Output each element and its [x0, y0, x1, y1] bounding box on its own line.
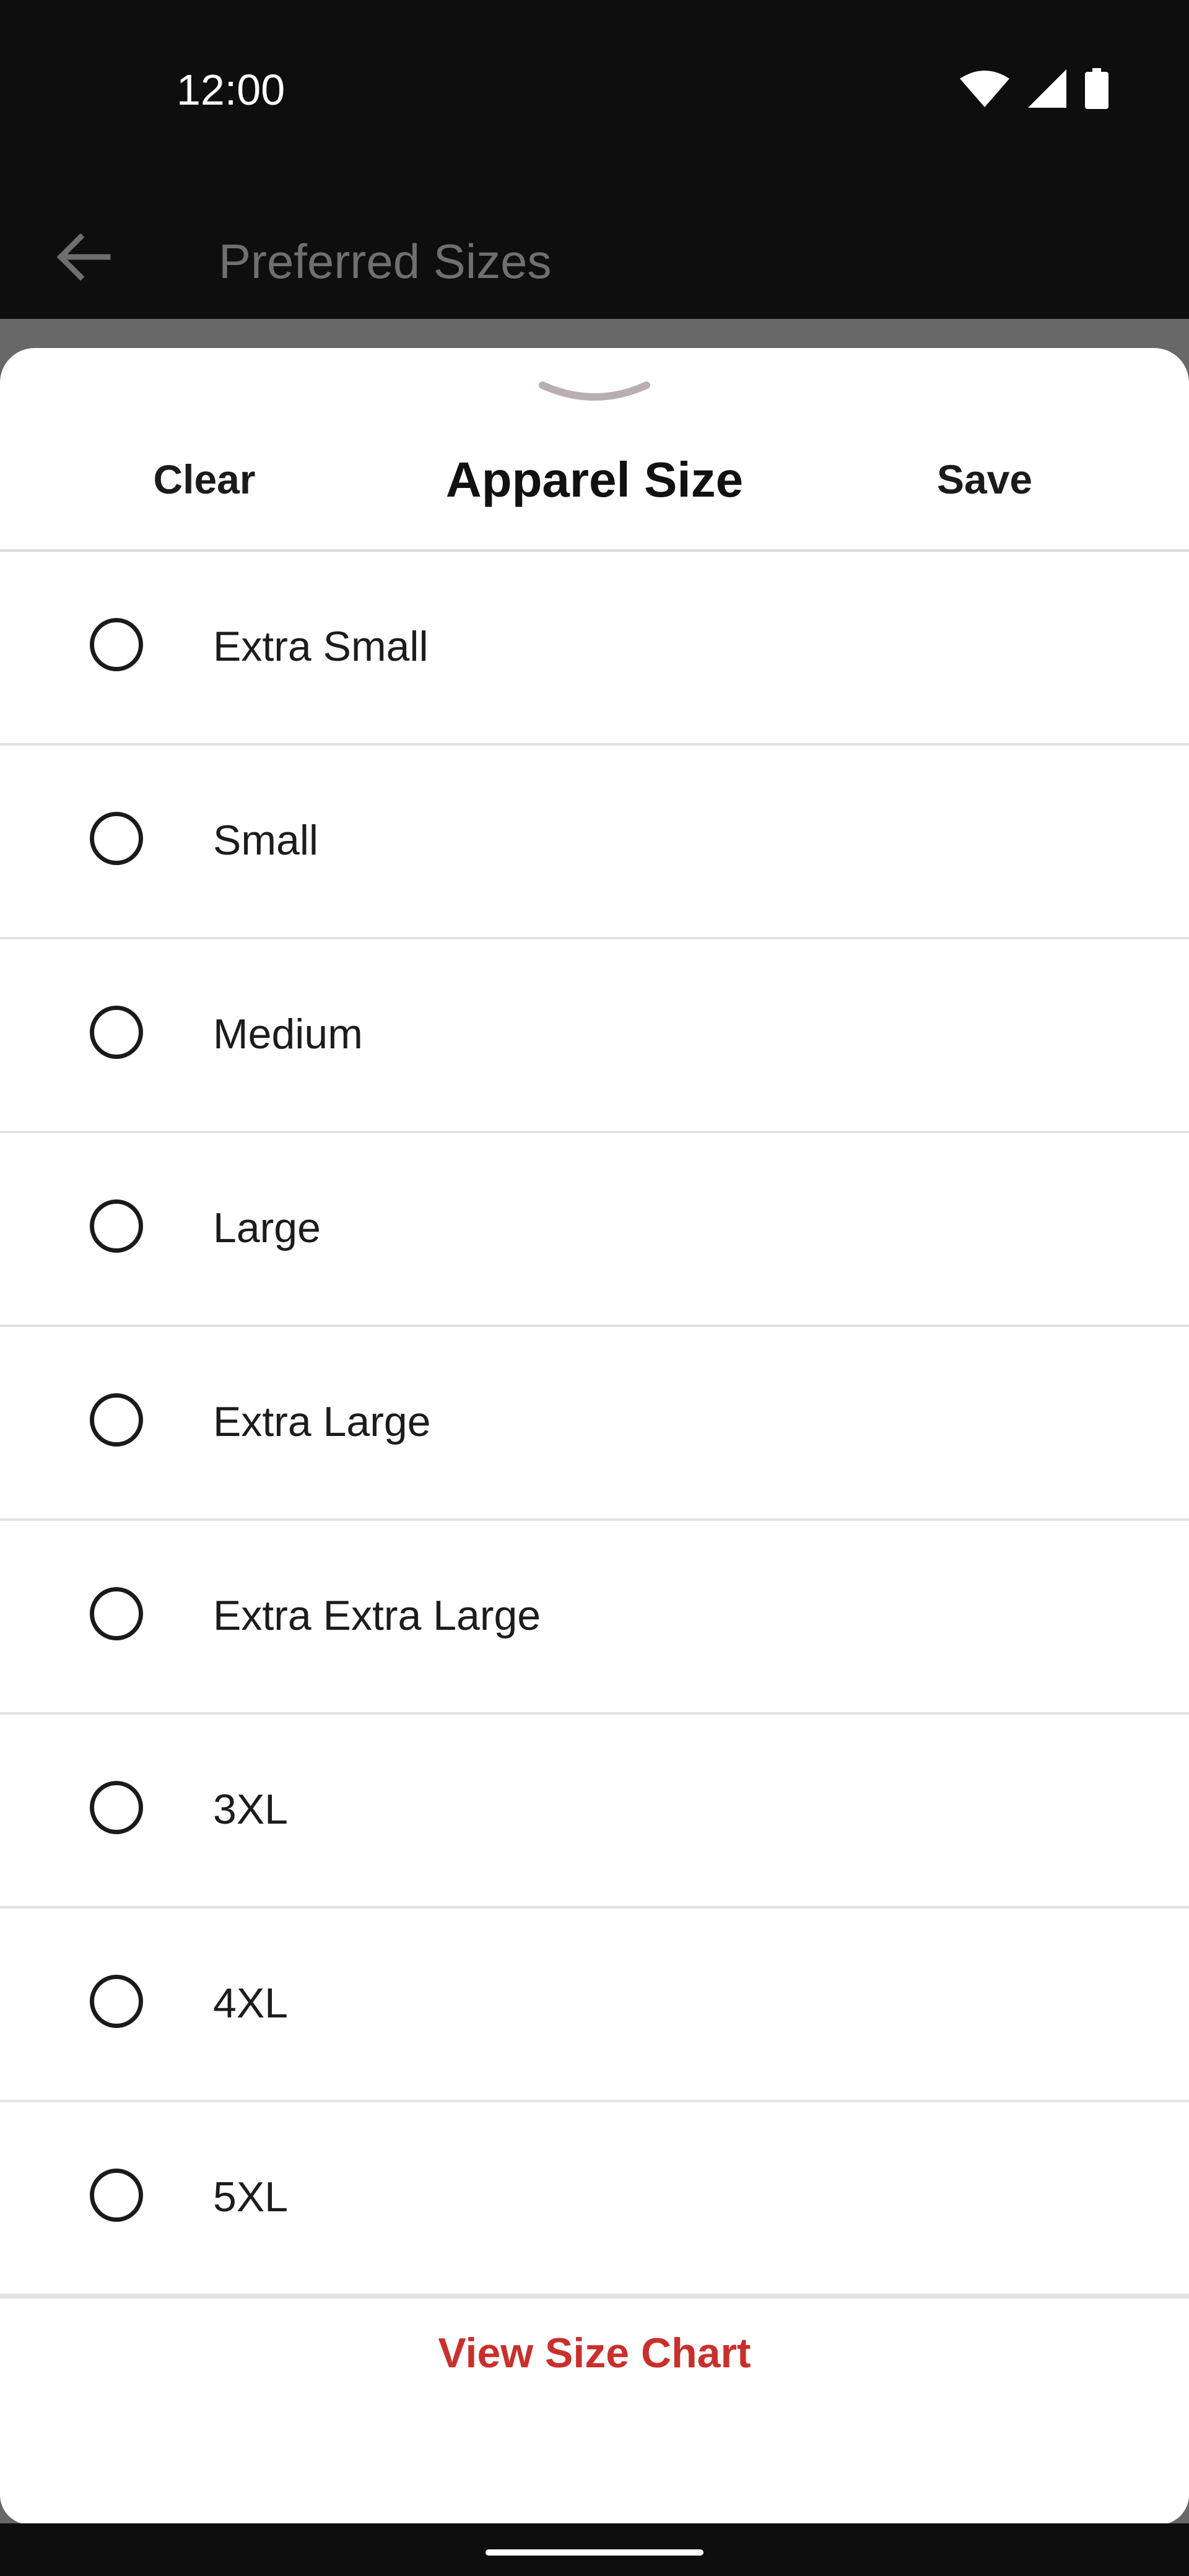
size-option-5xl[interactable]: 5XL [0, 2102, 1189, 2299]
radio-button[interactable] [90, 1199, 143, 1253]
apparel-size-bottom-sheet: Clear Apparel Size Save Extra Small Smal… [0, 348, 1189, 2525]
option-label: Extra Large [213, 1398, 431, 1445]
size-option-small[interactable]: Small [0, 746, 1189, 939]
size-option-3xl[interactable]: 3XL [0, 1715, 1189, 1908]
signal-icon [1028, 69, 1066, 108]
size-option-extra-small[interactable]: Extra Small [0, 552, 1189, 746]
radio-button[interactable] [90, 1393, 143, 1447]
battery-icon [1085, 68, 1108, 109]
home-indicator[interactable] [486, 2549, 703, 2556]
size-option-medium[interactable]: Medium [0, 939, 1189, 1133]
sheet-header: Clear Apparel Size Save [0, 410, 1189, 552]
size-option-extra-large[interactable]: Extra Large [0, 1327, 1189, 1521]
option-label: 5XL [213, 2174, 288, 2221]
option-label: 4XL [213, 1980, 288, 2027]
size-option-4xl[interactable]: 4XL [0, 1908, 1189, 2102]
size-option-large[interactable]: Large [0, 1133, 1189, 1327]
option-label: Extra Small [213, 623, 429, 670]
sheet-title: Apparel Size [445, 452, 744, 507]
option-label: Large [213, 1204, 321, 1251]
collapse-chevron-icon[interactable] [539, 373, 650, 410]
app-toolbar: Preferred Sizes [0, 180, 1189, 319]
radio-button[interactable] [90, 1006, 143, 1059]
radio-button[interactable] [90, 1587, 143, 1640]
radio-button[interactable] [90, 812, 143, 865]
status-bar: 12:00 [0, 0, 1189, 180]
back-arrow-icon[interactable] [56, 232, 111, 282]
save-button[interactable]: Save [892, 410, 1078, 549]
size-option-extra-extra-large[interactable]: Extra Extra Large [0, 1521, 1189, 1715]
radio-button[interactable] [90, 618, 143, 671]
radio-button[interactable] [90, 1975, 143, 2028]
option-label: Small [213, 817, 319, 864]
radio-button[interactable] [90, 1781, 143, 1834]
view-size-chart-link[interactable]: View Size Chart [0, 2325, 1189, 2381]
wifi-icon [960, 71, 1009, 107]
option-label: Extra Extra Large [213, 1592, 541, 1639]
clear-button[interactable]: Clear [111, 410, 297, 549]
size-options-list: Extra Small Small Medium Large Extra Lar… [0, 552, 1189, 2299]
page-title: Preferred Sizes [219, 234, 552, 289]
status-time: 12:00 [176, 66, 285, 114]
option-label: 3XL [213, 1786, 288, 1833]
radio-button[interactable] [90, 2169, 143, 2222]
option-label: Medium [213, 1011, 363, 1058]
status-icons [960, 67, 1108, 110]
